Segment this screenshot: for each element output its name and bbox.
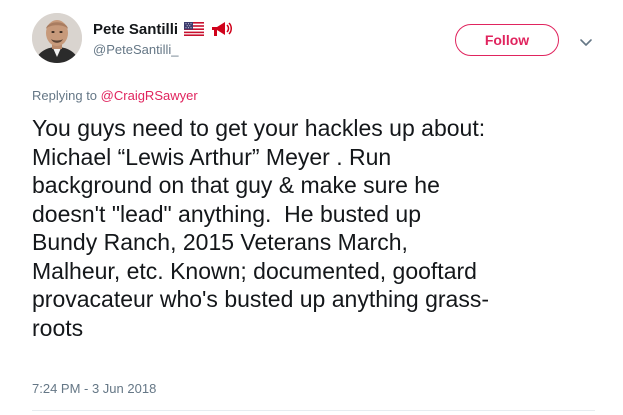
user-handle[interactable]: @PeteSantilli_ bbox=[93, 42, 178, 57]
follow-button[interactable]: Follow bbox=[455, 24, 559, 56]
tweet-text: You guys need to get your hackles up abo… bbox=[32, 115, 489, 341]
megaphone-icon bbox=[210, 20, 233, 38]
us-flag-icon bbox=[184, 22, 205, 36]
avatar-photo bbox=[32, 13, 82, 63]
replying-to-label: Replying to bbox=[32, 88, 98, 103]
divider bbox=[32, 410, 595, 411]
chevron-down-icon[interactable] bbox=[578, 34, 594, 50]
timestamp[interactable]: 7:24 PM - 3 Jun 2018 bbox=[32, 381, 156, 396]
name-row: Pete Santilli bbox=[93, 18, 233, 40]
display-name[interactable]: Pete Santilli bbox=[93, 21, 178, 38]
tweet-card: Pete Santilli @PeteSantilli_ Follow Repl… bbox=[0, 0, 623, 415]
replying-to: Replying to @CraigRSawyer bbox=[32, 88, 198, 103]
reply-mention-link[interactable]: @CraigRSawyer bbox=[101, 88, 198, 103]
avatar[interactable] bbox=[32, 13, 82, 63]
